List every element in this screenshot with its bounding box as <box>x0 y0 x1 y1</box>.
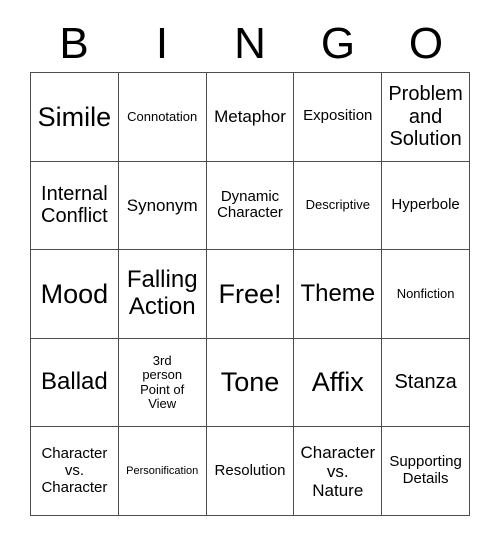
bingo-cell-label: Nonfiction <box>396 285 455 301</box>
bingo-cell[interactable]: Connotation <box>118 73 207 162</box>
bingo-cell-label: Exposition <box>303 107 373 125</box>
bingo-cell-label: Dynamic Character <box>217 187 283 222</box>
bingo-cell[interactable]: Hyperbole <box>382 161 470 251</box>
bingo-cell[interactable]: Ballad <box>31 338 119 428</box>
bingo-cell[interactable]: Mood <box>31 250 119 339</box>
bingo-cell-label: Ballad <box>41 368 108 396</box>
bingo-cell-label: Metaphor <box>214 107 286 127</box>
bingo-cell[interactable]: Internal Conflict <box>31 161 119 251</box>
bingo-header-letter-n: N <box>234 19 266 68</box>
bingo-cell-label: Mood <box>40 278 109 309</box>
bingo-cell[interactable]: Free! <box>206 250 295 339</box>
bingo-cell[interactable]: Descriptive <box>294 161 383 251</box>
bingo-cell[interactable]: Stanza <box>382 338 470 428</box>
bingo-cell[interactable]: Metaphor <box>206 73 295 162</box>
bingo-cell[interactable]: Affix <box>294 338 383 428</box>
bingo-cell[interactable]: Exposition <box>294 73 383 162</box>
bingo-cell[interactable]: 3rd person Point of View <box>118 338 207 428</box>
bingo-cell[interactable]: Simile <box>31 73 119 162</box>
bingo-cell[interactable]: Supporting Details <box>382 427 470 516</box>
bingo-cell[interactable]: Character vs. Character <box>31 427 119 516</box>
bingo-grid: Simile Connotation Metaphor Exposition Probl… <box>30 72 470 516</box>
bingo-cell[interactable]: Theme <box>294 250 383 339</box>
bingo-cell-label: Hyperbole <box>391 195 460 213</box>
bingo-cell-label: Internal Conflict <box>41 183 108 228</box>
bingo-header-letter-o: O <box>408 19 444 68</box>
bingo-cell[interactable]: Tone <box>206 338 295 428</box>
bingo-card: B I N G O Simile Connotation Metaphor Expositio… <box>0 0 500 544</box>
bingo-cell[interactable]: Resolution <box>206 427 295 516</box>
bingo-cell-label: Tone <box>220 367 280 398</box>
bingo-header-letter-g: G <box>320 19 356 68</box>
bingo-cell-label: Falling Action <box>126 266 198 320</box>
bingo-cell[interactable]: Problem and Solution <box>382 73 470 162</box>
bingo-cell-label: Character vs. Nature <box>300 442 376 500</box>
bingo-cell-label: Theme <box>300 279 376 307</box>
bingo-cell-label: Stanza <box>394 371 457 394</box>
bingo-cell-label: Problem and Solution <box>388 83 463 150</box>
bingo-cell-label: Descriptive <box>305 197 370 213</box>
bingo-cell-label: Synonym <box>126 195 198 215</box>
bingo-cell-label: Character vs. Character <box>41 444 108 496</box>
bingo-cell[interactable]: Synonym <box>118 161 207 251</box>
bingo-cell[interactable]: Dynamic Character <box>206 161 295 251</box>
bingo-cell-label: Supporting Details <box>389 453 462 488</box>
bingo-cell-label: Connotation <box>127 108 198 124</box>
bingo-cell-label: Affix <box>311 367 364 398</box>
bingo-cell-label: Free! <box>218 278 282 309</box>
bingo-cell-label: 3rd person Point of View <box>140 352 185 412</box>
bingo-cell[interactable]: Falling Action <box>118 250 207 339</box>
bingo-cell-label: Personification <box>126 465 199 478</box>
bingo-cell-label: Simile <box>37 101 112 132</box>
bingo-cell[interactable]: Nonfiction <box>382 250 470 339</box>
bingo-header-letter-i: I <box>155 19 169 68</box>
bingo-header-row: BINGO <box>30 16 470 72</box>
bingo-header-letter-b: B <box>59 19 89 68</box>
bingo-cell[interactable]: Personification <box>118 427 207 516</box>
bingo-cell[interactable]: Character vs. Nature <box>294 427 383 516</box>
bingo-cell-label: Resolution <box>214 461 286 479</box>
